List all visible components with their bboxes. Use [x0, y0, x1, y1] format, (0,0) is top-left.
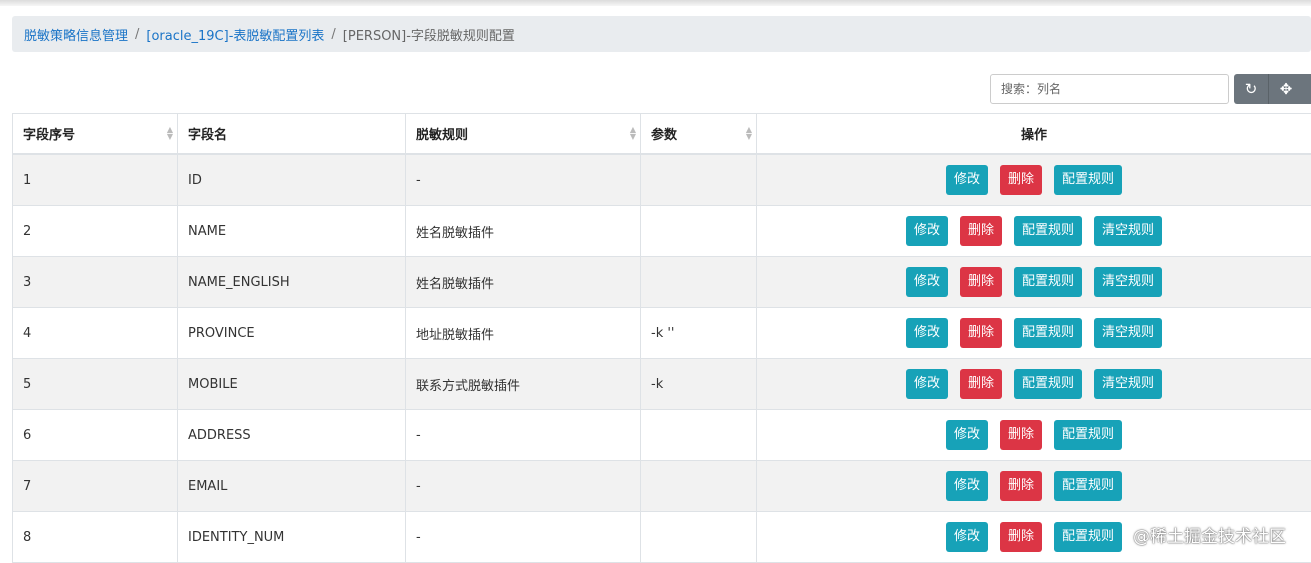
clear-rule-button[interactable]: 清空规则 [1094, 216, 1162, 246]
cell-ops: 修改删除配置规则 [757, 461, 1311, 512]
sort-icon: ▲▼ [167, 126, 173, 140]
cell-rule: - [406, 154, 641, 206]
header-param[interactable]: 参数▲▼ [641, 114, 757, 155]
cell-index: 3 [13, 257, 178, 308]
cell-param [641, 410, 757, 461]
cell-ops: 修改删除配置规则 [757, 154, 1311, 206]
config-rule-button[interactable]: 配置规则 [1054, 522, 1122, 552]
edit-button[interactable]: 修改 [946, 522, 988, 552]
cell-rule: - [406, 461, 641, 512]
cell-rule: 姓名脱敏插件 [406, 206, 641, 257]
breadcrumb-separator: / [135, 27, 139, 42]
table-row: 5MOBILE联系方式脱敏插件-k修改删除配置规则清空规则 [13, 359, 1311, 410]
cell-param: -k '' [641, 308, 757, 359]
config-rule-button[interactable]: 配置规则 [1014, 216, 1082, 246]
table-row: 2NAME姓名脱敏插件 修改删除配置规则清空规则 [13, 206, 1311, 257]
field-rule-table: 字段序号▲▼ 字段名 脱敏规则▲▼ 参数▲▼ 操作 1ID-修改删除配置规则2N… [12, 113, 1311, 563]
move-icon: ✥ [1280, 80, 1293, 98]
breadcrumb-link-table-list[interactable]: [oracle_19C]-表脱敏配置列表 [146, 25, 324, 44]
table-row: 4PROVINCE地址脱敏插件-k ''修改删除配置规则清空规则 [13, 308, 1311, 359]
breadcrumb-separator: / [331, 27, 335, 42]
cell-rule: - [406, 410, 641, 461]
cell-ops: 修改删除配置规则清空规则 [757, 308, 1311, 359]
cell-name: ADDRESS [178, 410, 406, 461]
delete-button[interactable]: 删除 [960, 267, 1002, 297]
cell-rule: 地址脱敏插件 [406, 308, 641, 359]
delete-button[interactable]: 删除 [1000, 522, 1042, 552]
edit-button[interactable]: 修改 [946, 165, 988, 195]
table-row: 6ADDRESS- 修改删除配置规则 [13, 410, 1311, 461]
sort-icon: ▲▼ [630, 126, 636, 140]
cell-ops: 修改删除配置规则清空规则 [757, 359, 1311, 410]
cell-rule: - [406, 512, 641, 563]
cell-index: 5 [13, 359, 178, 410]
search-input[interactable] [990, 74, 1229, 104]
table-row: 1ID- 修改删除配置规则 [13, 154, 1311, 206]
config-rule-button[interactable]: 配置规则 [1054, 471, 1122, 501]
top-shadow-bar [0, 0, 1311, 6]
cell-param [641, 257, 757, 308]
table-row: 3NAME_ENGLISH姓名脱敏插件 修改删除配置规则清空规则 [13, 257, 1311, 308]
cell-name: PROVINCE [178, 308, 406, 359]
cell-rule: 联系方式脱敏插件 [406, 359, 641, 410]
config-rule-button[interactable]: 配置规则 [1054, 165, 1122, 195]
cell-ops: 修改删除配置规则清空规则 [757, 206, 1311, 257]
breadcrumb-current: [PERSON]-字段脱敏规则配置 [343, 25, 515, 44]
clear-rule-button[interactable]: 清空规则 [1094, 318, 1162, 348]
header-rule[interactable]: 脱敏规则▲▼ [406, 114, 641, 155]
cell-param [641, 154, 757, 206]
config-rule-button[interactable]: 配置规则 [1014, 267, 1082, 297]
refresh-icon: ↻ [1245, 80, 1258, 98]
refresh-button[interactable]: ↻ [1234, 74, 1268, 104]
move-columns-button[interactable]: ✥ [1268, 74, 1303, 104]
table-header-row: 字段序号▲▼ 字段名 脱敏规则▲▼ 参数▲▼ 操作 [13, 114, 1311, 155]
config-rule-button[interactable]: 配置规则 [1014, 369, 1082, 399]
edit-button[interactable]: 修改 [946, 471, 988, 501]
header-ops: 操作 [757, 114, 1311, 155]
delete-button[interactable]: 删除 [960, 216, 1002, 246]
cell-index: 2 [13, 206, 178, 257]
table-toolbar: ↻ ✥ [1234, 74, 1311, 104]
cell-ops: 修改删除配置规则 [757, 410, 1311, 461]
clear-rule-button[interactable]: 清空规则 [1094, 267, 1162, 297]
cell-index: 7 [13, 461, 178, 512]
cell-name: NAME_ENGLISH [178, 257, 406, 308]
sort-icon: ▲▼ [746, 126, 752, 140]
cell-index: 8 [13, 512, 178, 563]
header-name: 字段名 [178, 114, 406, 155]
cell-param [641, 461, 757, 512]
edit-button[interactable]: 修改 [906, 369, 948, 399]
delete-button[interactable]: 删除 [960, 318, 1002, 348]
delete-button[interactable]: 删除 [1000, 165, 1042, 195]
cell-index: 1 [13, 154, 178, 206]
delete-button[interactable]: 删除 [1000, 420, 1042, 450]
edit-button[interactable]: 修改 [906, 267, 948, 297]
delete-button[interactable]: 删除 [960, 369, 1002, 399]
edit-button[interactable]: 修改 [906, 216, 948, 246]
cell-param [641, 206, 757, 257]
edit-button[interactable]: 修改 [946, 420, 988, 450]
cell-ops: 修改删除配置规则清空规则 [757, 257, 1311, 308]
breadcrumb: 脱敏策略信息管理 / [oracle_19C]-表脱敏配置列表 / [PERSO… [12, 16, 1311, 52]
breadcrumb-link-strategy[interactable]: 脱敏策略信息管理 [24, 25, 128, 44]
table-row: 8IDENTITY_NUM- 修改删除配置规则 [13, 512, 1311, 563]
cell-rule: 姓名脱敏插件 [406, 257, 641, 308]
cell-name: IDENTITY_NUM [178, 512, 406, 563]
cell-name: MOBILE [178, 359, 406, 410]
header-index[interactable]: 字段序号▲▼ [13, 114, 178, 155]
clear-rule-button[interactable]: 清空规则 [1094, 369, 1162, 399]
config-rule-button[interactable]: 配置规则 [1054, 420, 1122, 450]
cell-param [641, 512, 757, 563]
watermark: @稀土掘金技术社区 [1133, 522, 1286, 547]
edit-button[interactable]: 修改 [906, 318, 948, 348]
cell-name: NAME [178, 206, 406, 257]
table-row: 7EMAIL- 修改删除配置规则 [13, 461, 1311, 512]
cell-index: 4 [13, 308, 178, 359]
cell-param: -k [641, 359, 757, 410]
delete-button[interactable]: 删除 [1000, 471, 1042, 501]
cell-name: EMAIL [178, 461, 406, 512]
cell-index: 6 [13, 410, 178, 461]
cell-name: ID [178, 154, 406, 206]
config-rule-button[interactable]: 配置规则 [1014, 318, 1082, 348]
